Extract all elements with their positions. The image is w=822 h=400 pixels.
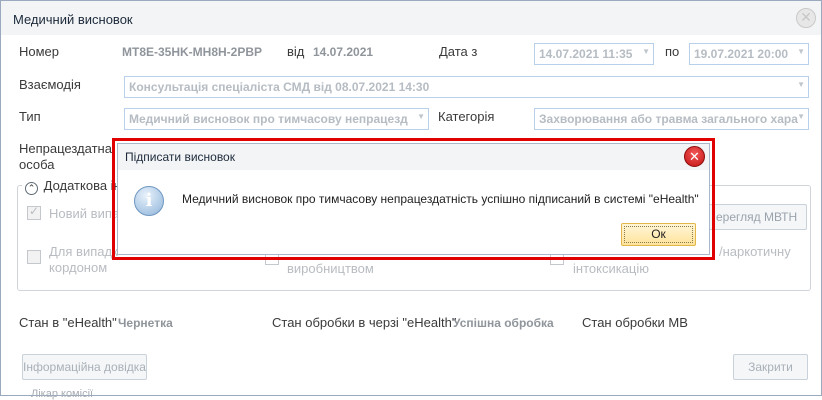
category-value: Захворювання або травма загального хара <box>539 112 798 126</box>
from-label: від <box>287 44 305 59</box>
view-mvtn-button[interactable]: ерегляд МВТН <box>709 204 807 230</box>
disabled-person-label: Непрацездатна <box>19 141 112 156</box>
type-value: Медичний висновок про тимчасову непрацез… <box>129 112 408 126</box>
chevron-down-icon: ▼ <box>797 112 805 121</box>
info-icon: i <box>134 186 164 216</box>
close-icon: ✕ <box>800 9 812 25</box>
info-reference-button[interactable]: Інформаційна довідка <box>22 354 147 380</box>
additional-info-header[interactable]: ⌃ Додаткова ін <box>22 178 124 195</box>
date-to-label: по <box>665 44 680 59</box>
type-label: Тип <box>19 109 41 124</box>
window-titlebar: Медичний висновок ✕ <box>1 1 821 35</box>
intoxication-label: інтоксикацію <box>573 261 649 276</box>
ok-button[interactable]: Ок <box>621 223 696 246</box>
number-label: Номер <box>19 44 60 59</box>
from-date-value: 14.07.2021 <box>313 45 374 59</box>
chevron-down-icon: ▼ <box>797 47 805 56</box>
queue-status-value: Успішна обробка <box>453 316 554 330</box>
date-from-label: Дата з <box>439 44 478 59</box>
category-field[interactable]: Захворювання або травма загального хара … <box>534 108 809 130</box>
border-label-2: кордоном <box>49 260 108 275</box>
border-label: Для випадк <box>49 244 118 259</box>
mv-status-label: Стан обробки МВ <box>582 315 688 330</box>
ehealth-status-value: Чернетка <box>118 316 173 330</box>
date-to-value: 19.07.2021 20:00 <box>694 47 789 61</box>
dialog-close-button[interactable]: ✕ <box>684 146 705 167</box>
cut-off-text: Лікар комісії <box>31 388 94 400</box>
narcotic-label: /наркотичну <box>719 244 791 259</box>
chevron-down-icon: ▼ <box>417 112 425 121</box>
dialog-title: Підписати висновок <box>125 150 235 164</box>
type-field[interactable]: Медичний висновок про тимчасову непрацез… <box>124 108 429 130</box>
additional-info-label: Додаткова ін <box>43 178 121 193</box>
dialog-message: Медичний висновок про тимчасову непрацез… <box>182 192 699 206</box>
close-button[interactable]: Закрити <box>733 354 808 380</box>
dialog-titlebar: Підписати висновок ✕ <box>118 144 709 170</box>
new-case-checkbox[interactable] <box>27 204 41 220</box>
queue-status-label: Стан обробки в черзі "eHealth" <box>272 315 457 330</box>
window-close-button[interactable]: ✕ <box>796 8 816 28</box>
interaction-value: Консультація спеціаліста СМД від 08.07.2… <box>129 80 430 94</box>
category-label: Категорія <box>438 109 495 124</box>
chevron-down-icon: ▼ <box>797 80 805 89</box>
interaction-field[interactable]: Консультація спеціаліста СМД від 08.07.2… <box>124 76 809 98</box>
number-value: MT8E-35HK-MH8H-2PBP <box>122 45 263 59</box>
ehealth-status-label: Стан в "eHealth" <box>19 315 117 330</box>
disabled-person-label-2: особа <box>19 157 55 172</box>
date-from-value: 14.07.2021 11:35 <box>539 47 633 61</box>
production-label: виробництвом <box>287 261 374 276</box>
close-icon: ✕ <box>689 149 700 164</box>
ok-button-label: Ок <box>651 227 666 241</box>
chevron-down-icon: ▼ <box>642 47 650 56</box>
date-from-field[interactable]: 14.07.2021 11:35 ▼ <box>534 43 654 65</box>
window-title: Медичний висновок <box>13 12 133 27</box>
date-to-field[interactable]: 19.07.2021 20:00 ▼ <box>689 43 809 65</box>
interaction-label: Взаємодія <box>19 77 81 92</box>
sign-dialog: Підписати висновок ✕ i Медичний висновок… <box>117 143 710 255</box>
new-case-label: Новий випа <box>49 206 120 221</box>
collapse-icon: ⌃ <box>25 182 38 195</box>
border-checkbox[interactable] <box>27 250 41 264</box>
